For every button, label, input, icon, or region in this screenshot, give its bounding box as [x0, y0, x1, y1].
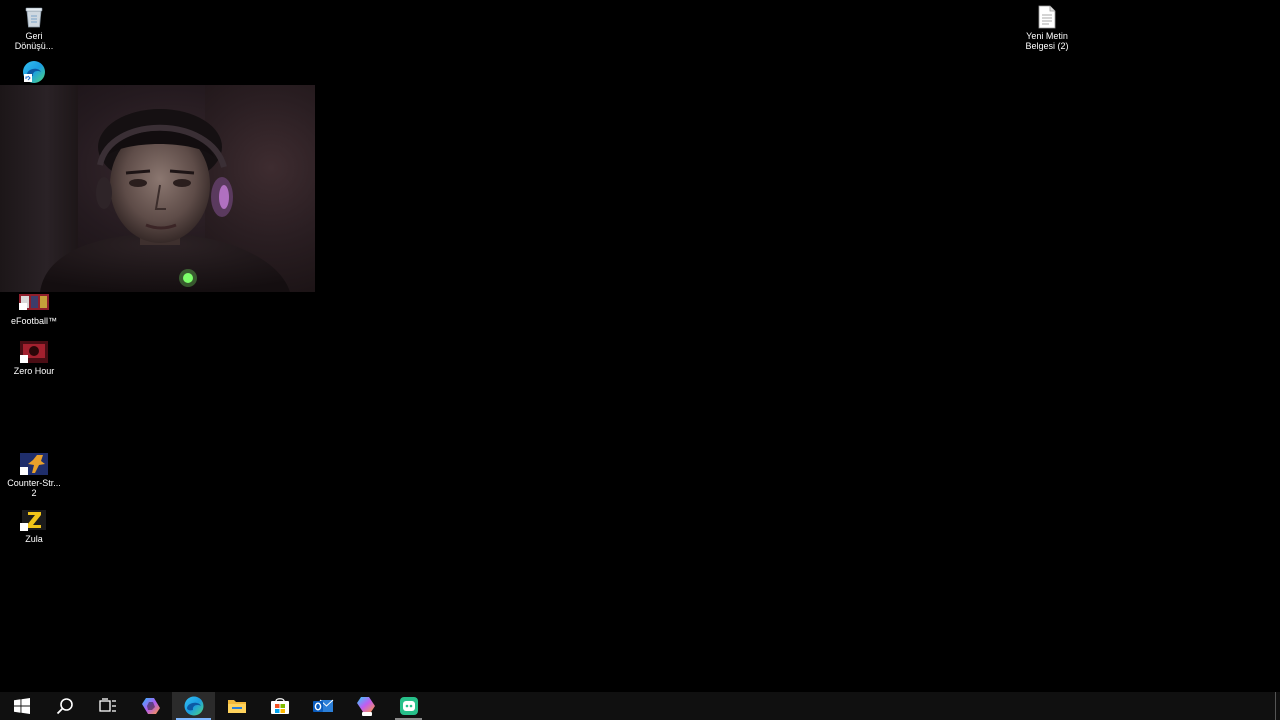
- desktop-icon-label: Counter-Str... 2: [7, 478, 61, 498]
- zero-hour-icon: [19, 340, 49, 364]
- counter-strike-icon: [19, 452, 49, 476]
- folder-icon: [227, 700, 246, 713]
- desktop-icon-label: Zula: [25, 534, 43, 544]
- recycle-bin-icon: [19, 5, 49, 29]
- desktop-icon-edge[interactable]: [0, 60, 68, 86]
- show-desktop-button[interactable]: [1275, 692, 1280, 720]
- task-view-icon: [98, 698, 116, 712]
- file-explorer-button[interactable]: [215, 692, 258, 720]
- edge-taskbar-button[interactable]: [172, 692, 215, 720]
- desktop-icon-label: eFootball™: [10, 316, 58, 326]
- edge-icon: [184, 696, 203, 716]
- store-icon: [270, 698, 289, 714]
- desktop-icon-zero-hour[interactable]: Zero Hour: [0, 340, 68, 376]
- task-view-button[interactable]: [86, 692, 129, 720]
- desktop-icon-label: Geri Dönüşü...: [14, 31, 54, 51]
- search-icon: [56, 698, 73, 715]
- zula-icon: [19, 508, 49, 532]
- search-button[interactable]: [43, 692, 86, 720]
- desktop-icon-yeni-metin-belgesi[interactable]: Yeni Metin Belgesi (2): [1013, 5, 1081, 51]
- desktop-icon-efootball[interactable]: eFootball™: [0, 290, 68, 326]
- outlook-icon: [312, 699, 333, 712]
- webcam-person-image: [40, 109, 290, 292]
- outlook-button[interactable]: [301, 692, 344, 720]
- copilot-icon: [141, 698, 160, 714]
- taskbar: [0, 692, 1280, 720]
- desktop: Geri Dönüşü... eFootball™ Zero Hour Coun…: [0, 0, 1280, 692]
- copilot-button[interactable]: [129, 692, 172, 720]
- microsoft-store-button[interactable]: [258, 692, 301, 720]
- discord-icon: [399, 697, 418, 715]
- desktop-icon-zula[interactable]: Zula: [0, 508, 68, 544]
- windows-logo-icon: [13, 698, 30, 714]
- text-file-icon: [1032, 5, 1062, 29]
- desktop-icon-label: Yeni Metin Belgesi (2): [1025, 31, 1069, 51]
- desktop-icon-recycle-bin[interactable]: Geri Dönüşü...: [0, 5, 68, 51]
- desktop-icon-counter-strike-2[interactable]: Counter-Str... 2: [0, 452, 68, 498]
- edge-icon: [19, 60, 49, 84]
- desktop-icon-label: Zero Hour: [13, 366, 55, 376]
- copilot-preview-icon: [356, 697, 375, 716]
- start-button[interactable]: [0, 692, 43, 720]
- copilot-preview-button[interactable]: [344, 692, 387, 720]
- efootball-icon: [19, 290, 49, 314]
- discord-button[interactable]: [387, 692, 430, 720]
- webcam-overlay[interactable]: [0, 85, 315, 292]
